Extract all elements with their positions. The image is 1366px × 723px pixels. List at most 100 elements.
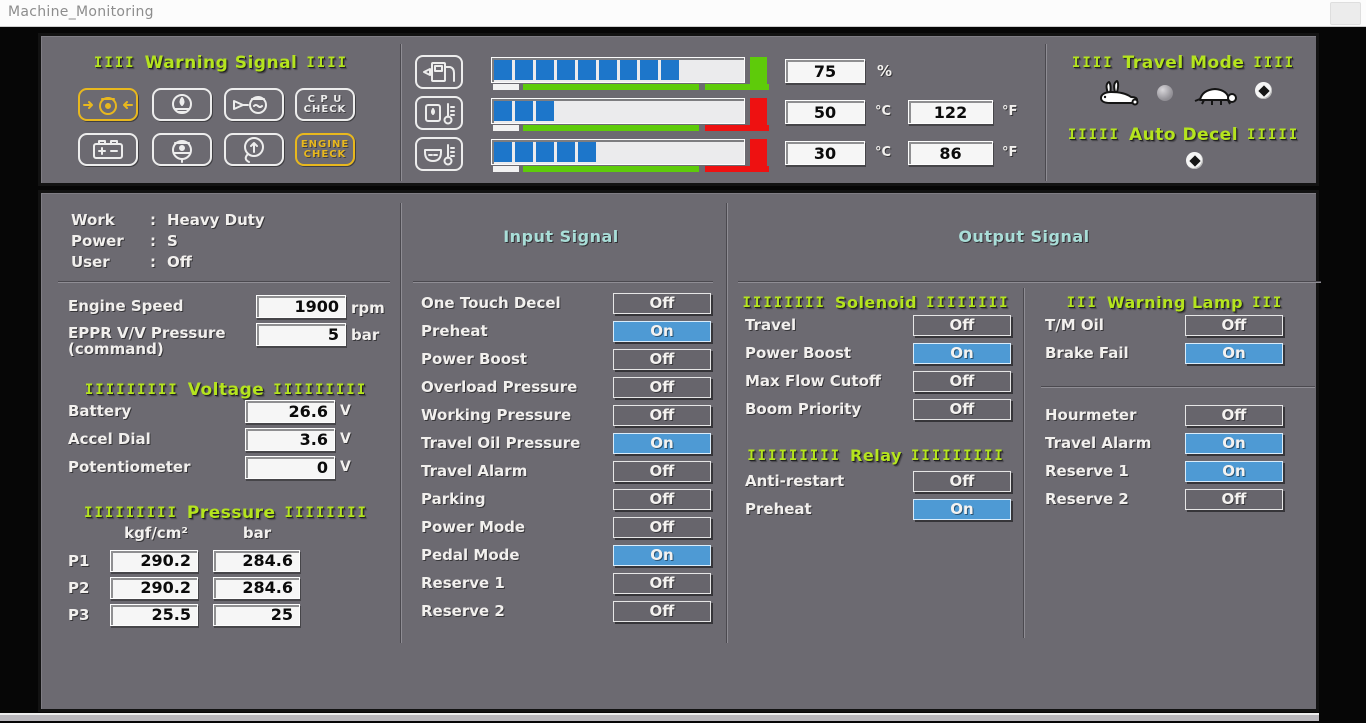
signal-state-button[interactable]: On (913, 343, 1011, 364)
fuel-gauge-bar (491, 57, 745, 83)
signal-state-button[interactable]: On (613, 433, 711, 454)
gauge-segment (682, 142, 700, 162)
gauge-segment (661, 60, 679, 80)
engine-oil-pressure-warning-button[interactable] (78, 88, 138, 121)
title-ticks: IIII (94, 55, 136, 71)
battery-warning-button[interactable] (78, 133, 138, 166)
input-signal-rows: One Touch Decel Off Preheat On Power Boo… (421, 289, 711, 625)
info-value: S (167, 232, 178, 250)
info-value: Heavy Duty (167, 211, 265, 229)
relay-row: Preheat On (745, 495, 1011, 523)
gauge-scale-normal (523, 166, 699, 172)
signal-state-button[interactable]: Off (613, 489, 711, 510)
coolant-temp-c-field[interactable]: 50 (785, 100, 865, 124)
input-signal-row: Overload Pressure Off (421, 373, 711, 401)
auto-decel-title: IIIII Auto Decel IIIII (1045, 125, 1322, 145)
fuel-percent-field[interactable]: 75 (785, 59, 865, 83)
warning-lamp-row: Brake Fail On (1045, 339, 1283, 367)
signal-state-button[interactable]: Off (613, 349, 711, 370)
hydraulic-oil-temp-f-field[interactable]: 86 (908, 141, 993, 165)
signal-state-button[interactable]: Off (1185, 489, 1283, 510)
signal-state-button[interactable]: Off (1185, 315, 1283, 336)
voltage-field[interactable]: 26.6 (245, 400, 335, 423)
hydraulic-oil-temp-c-field[interactable]: 30 (785, 141, 865, 165)
signal-state-button[interactable]: On (613, 545, 711, 566)
signal-state-button[interactable]: On (613, 321, 711, 342)
gauge-segment (515, 60, 533, 80)
machine-info-row: User : Off (71, 251, 401, 272)
signal-state-button[interactable]: Off (613, 601, 711, 622)
signal-state-button[interactable]: Off (613, 517, 711, 538)
signal-state-button[interactable]: Off (613, 377, 711, 398)
gauge-segment (640, 142, 658, 162)
signal-state-button[interactable]: On (1185, 343, 1283, 364)
gauge-segment (703, 101, 721, 121)
title-ticks: IIIIIIII (742, 295, 825, 311)
auto-decel-lamp (1186, 152, 1203, 169)
engine-check-button[interactable]: ENGINE CHECK (295, 133, 355, 166)
gauge-scale-mark (493, 125, 519, 131)
window-control-button[interactable] (1330, 2, 1361, 25)
pressure-kgf-field[interactable]: 290.2 (110, 550, 198, 572)
pressure-bar-field[interactable]: 284.6 (213, 550, 300, 572)
pressure-kgf-field[interactable]: 25.5 (110, 604, 198, 626)
signal-label: Overload Pressure (421, 378, 613, 396)
voltage-field[interactable]: 0 (245, 456, 335, 479)
input-signal-row: Parking Off (421, 485, 711, 513)
signal-state-button[interactable]: Off (613, 405, 711, 426)
title-ticks: III (1067, 295, 1098, 311)
signal-state-button[interactable]: On (913, 499, 1011, 520)
engine-speed-field[interactable]: 1900 (256, 295, 346, 318)
solenoid-row: Travel Off (745, 311, 1011, 339)
gauge-scale-normal (523, 125, 699, 131)
signal-state-button[interactable]: Off (1185, 405, 1283, 426)
eppr-pressure-sublabel: (command) (68, 340, 164, 358)
pressure-bar-field[interactable]: 284.6 (213, 577, 300, 599)
water-separator-warning-button[interactable] (152, 133, 212, 166)
signal-state-button[interactable]: On (1185, 433, 1283, 454)
signal-state-button[interactable]: On (1185, 461, 1283, 482)
signal-label: Reserve 1 (1045, 462, 1185, 480)
signal-state-button[interactable]: Off (913, 399, 1011, 420)
solenoid-row: Max Flow Cutoff Off (745, 367, 1011, 395)
voltage-row: Accel Dial 3.6 V (68, 425, 364, 453)
input-signal-row: Power Mode Off (421, 513, 711, 541)
coolant-temp-warning-button[interactable] (152, 88, 212, 121)
gauge-scale-mark (493, 166, 519, 172)
gauge-segment (703, 60, 721, 80)
eppr-pressure-field[interactable]: 5 (256, 323, 346, 346)
voltage-label: Potentiometer (68, 458, 245, 476)
output-subdivider (1023, 288, 1025, 638)
cpu-check-button[interactable]: C P U CHECK (295, 88, 355, 121)
gauge-segment (536, 101, 554, 121)
coolant-temp-c-unit: °C (875, 104, 891, 119)
pressure-port-label: P1 (68, 552, 110, 570)
window-bottom-scrollbar[interactable] (0, 713, 1319, 721)
signal-state-button[interactable]: Off (913, 315, 1011, 336)
pressure-kgf-field[interactable]: 290.2 (110, 577, 198, 599)
coolant-temp-f-field[interactable]: 122 (908, 100, 993, 124)
air-intake-warning-button[interactable] (224, 88, 284, 121)
warning-lamp-row: Reserve 2 Off (1045, 485, 1283, 513)
voltage-field[interactable]: 3.6 (245, 428, 335, 451)
gauge-segment (620, 60, 638, 80)
pressure-bar-field[interactable]: 25 (213, 604, 300, 626)
signal-state-button[interactable]: Off (613, 573, 711, 594)
voltage-rows: Battery 26.6 V Accel Dial 3.6 V Potentio… (68, 397, 364, 481)
signal-state-button[interactable]: Off (613, 293, 711, 314)
gauge-segment (620, 101, 638, 121)
signal-state-button[interactable]: Off (913, 471, 1011, 492)
signal-label: Power Boost (421, 350, 613, 368)
pressure-row: P1 290.2 284.6 (68, 547, 338, 574)
signal-state-button[interactable]: Off (613, 461, 711, 482)
coolant-temp-gauge-bar (491, 98, 745, 124)
signal-label: Travel Alarm (1045, 434, 1185, 452)
air-cleaner-warning-button[interactable] (224, 133, 284, 166)
fuel-level-icon (415, 55, 463, 89)
title-ticks: IIIII (1068, 127, 1120, 143)
signal-label: Parking (421, 490, 613, 508)
rabbit-speed-icon (1095, 79, 1141, 109)
signal-label: Brake Fail (1045, 344, 1185, 362)
pressure-row: P2 290.2 284.6 (68, 574, 338, 601)
signal-state-button[interactable]: Off (913, 371, 1011, 392)
